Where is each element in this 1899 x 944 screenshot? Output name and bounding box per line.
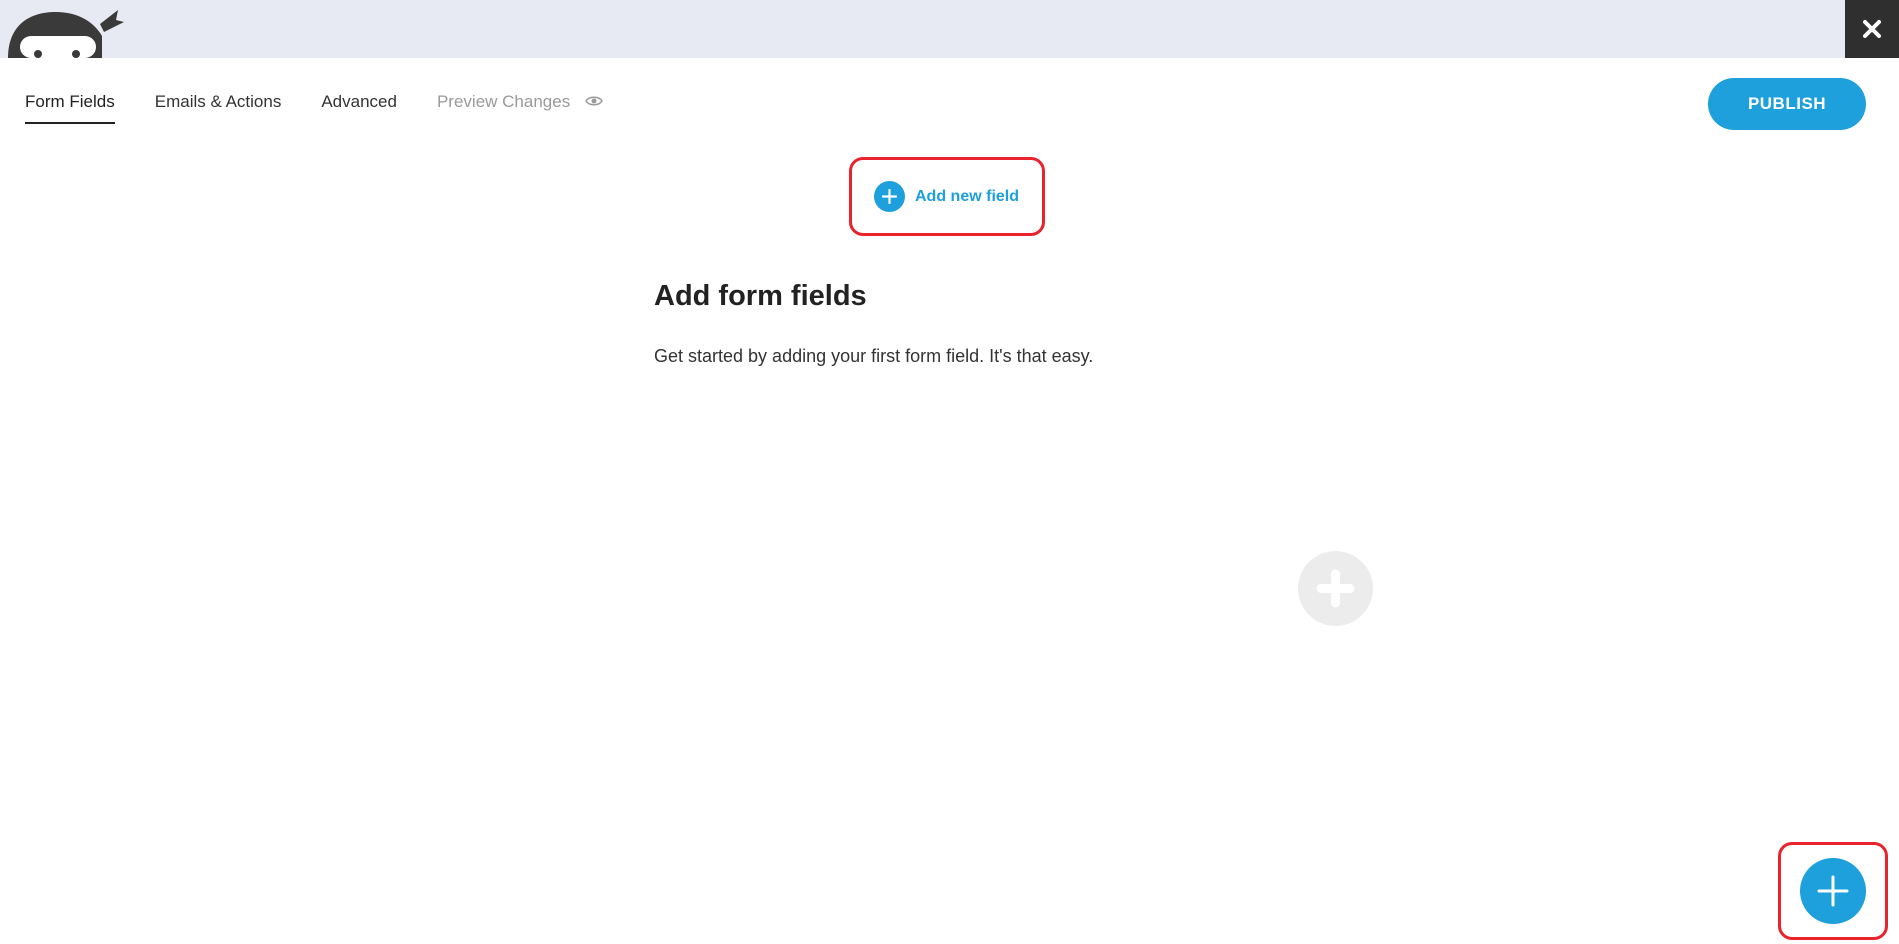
drop-zone-plus-icon[interactable] bbox=[1298, 551, 1373, 626]
top-bar bbox=[0, 0, 1899, 58]
tab-preview-changes-label: Preview Changes bbox=[436, 92, 571, 111]
page-heading: Add form fields bbox=[654, 280, 867, 312]
tab-advanced[interactable]: Advanced bbox=[321, 92, 397, 124]
builder-tabs: Form Fields Emails & Actions Advanced Pr… bbox=[25, 92, 643, 124]
eye-icon bbox=[585, 96, 603, 106]
tab-emails-actions[interactable]: Emails & Actions bbox=[155, 92, 282, 124]
tab-preview-changes[interactable]: Preview Changes bbox=[437, 92, 603, 124]
page-subtext: Get started by adding your first form fi… bbox=[654, 346, 1094, 366]
publish-button[interactable]: PUBLISH bbox=[1708, 78, 1866, 130]
add-new-field-button[interactable]: Add new field bbox=[874, 181, 1019, 212]
tab-form-fields[interactable]: Form Fields bbox=[25, 92, 115, 124]
form-builder-page: Form Fields Emails & Actions Advanced Pr… bbox=[0, 0, 1899, 944]
plus-icon bbox=[1817, 875, 1849, 907]
add-field-fab-button[interactable] bbox=[1800, 858, 1866, 924]
ninja-logo-icon bbox=[8, 10, 124, 58]
add-new-field-label: Add new field bbox=[915, 187, 1019, 205]
close-button[interactable] bbox=[1845, 0, 1899, 58]
plus-circle-icon bbox=[874, 181, 905, 212]
close-icon bbox=[1863, 20, 1881, 38]
